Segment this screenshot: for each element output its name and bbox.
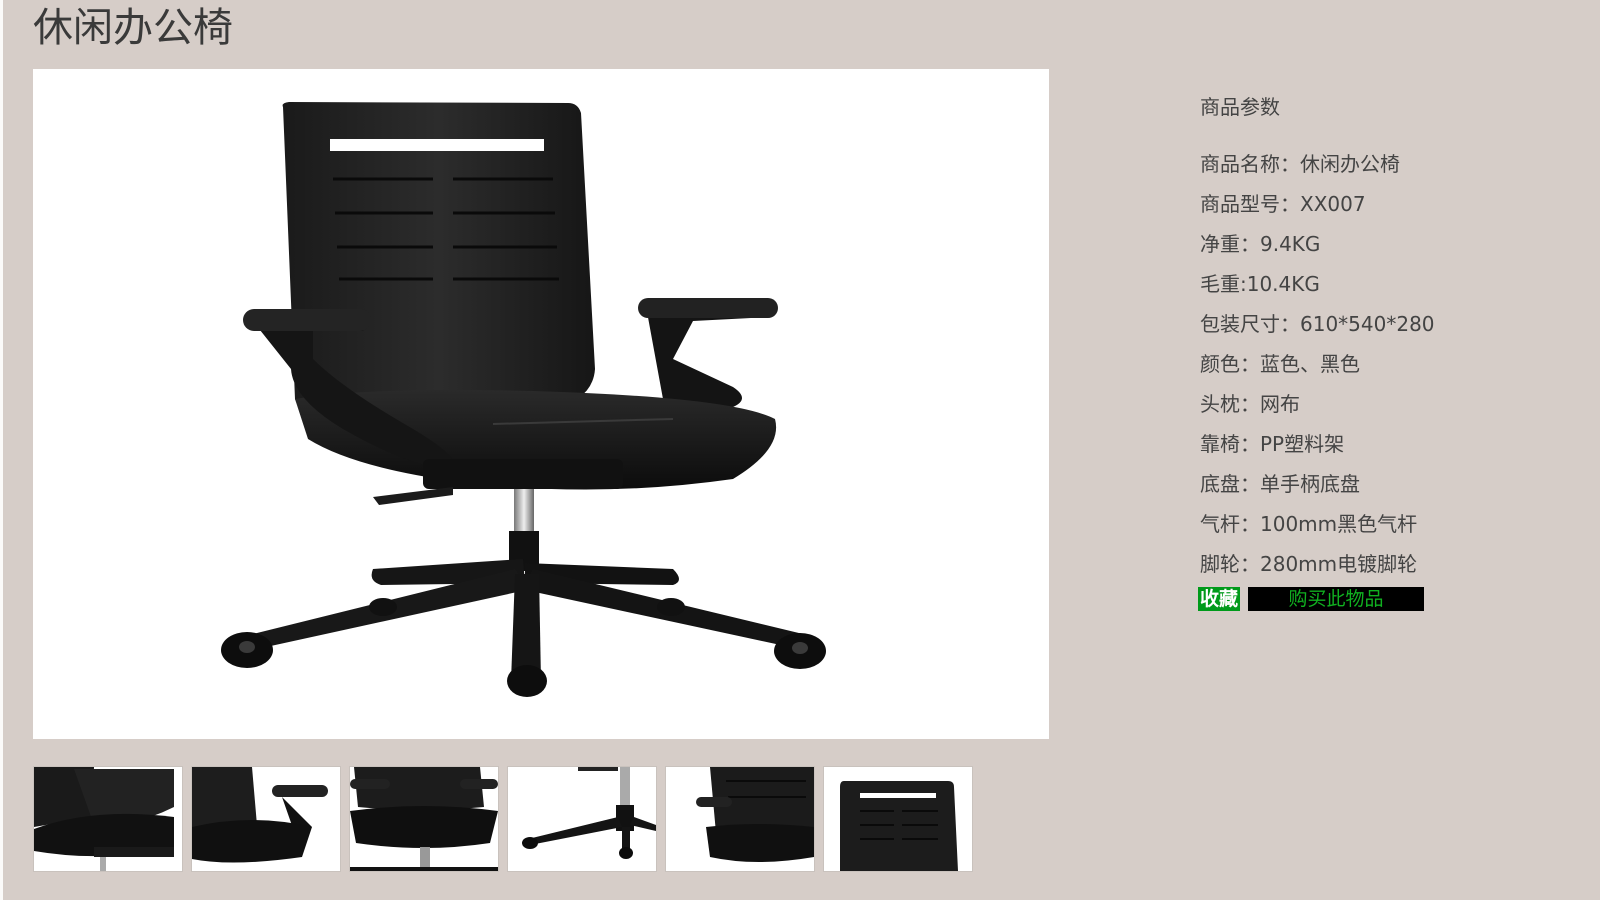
buy-button[interactable]: 购买此物品 xyxy=(1248,587,1425,611)
param-model: 商品型号：XX007 xyxy=(1200,192,1366,216)
chair-seat-side xyxy=(192,767,328,863)
chair-armrest-closeup xyxy=(34,767,174,871)
thumbnail-5[interactable] xyxy=(665,766,815,872)
office-chair-photo xyxy=(221,102,826,697)
frame-edge xyxy=(0,0,3,900)
chair-back-side xyxy=(696,767,814,862)
chair-backrest-front xyxy=(840,781,958,871)
param-color: 颜色：蓝色、黑色 xyxy=(1200,352,1360,376)
thumbnail-2[interactable] xyxy=(191,766,341,872)
param-gas-lift: 气杆：100mm黑色气杆 xyxy=(1200,512,1418,536)
product-params: 商品参数 商品名称：休闲办公椅 商品型号：XX007 净重：9.4KG 毛重:1… xyxy=(1200,92,1580,584)
thumbnail-1[interactable] xyxy=(33,766,183,872)
param-casters: 脚轮：280mm电镀脚轮 xyxy=(1200,552,1418,576)
main-product-image xyxy=(33,69,1049,739)
page-title: 休闲办公椅 xyxy=(33,5,233,51)
thumbnail-6[interactable] xyxy=(823,766,973,872)
params-list: 商品名称：休闲办公椅 商品型号：XX007 净重：9.4KG 毛重:10.4KG… xyxy=(1200,144,1580,584)
param-chassis: 底盘：单手柄底盘 xyxy=(1200,472,1360,496)
product-actions: 收藏 购买此物品 xyxy=(1198,587,1425,611)
thumbnail-3[interactable] xyxy=(349,766,499,872)
param-gross-weight: 毛重:10.4KG xyxy=(1200,272,1320,296)
chair-armrest-front xyxy=(350,767,498,871)
param-name: 商品名称：休闲办公椅 xyxy=(1200,152,1400,176)
param-backrest: 靠椅：PP塑料架 xyxy=(1200,432,1345,456)
params-title: 商品参数 xyxy=(1200,95,1280,119)
chair-base-caster xyxy=(522,767,656,859)
thumbnail-strip xyxy=(33,766,973,874)
param-headrest: 头枕：网布 xyxy=(1200,392,1300,416)
param-package-size: 包装尺寸：610*540*280 xyxy=(1200,312,1435,336)
param-net-weight: 净重：9.4KG xyxy=(1200,232,1321,256)
thumbnail-4[interactable] xyxy=(507,766,657,872)
favorite-button[interactable]: 收藏 xyxy=(1198,587,1241,611)
